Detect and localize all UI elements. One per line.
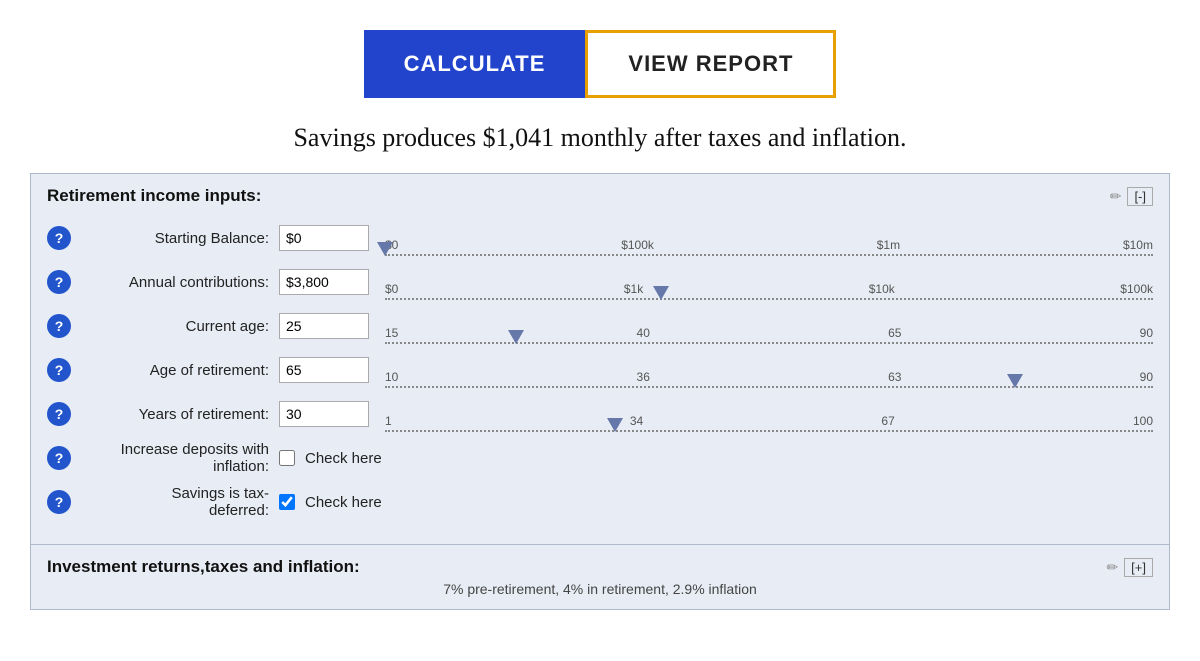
annual-contributions-label: Annual contributions: xyxy=(79,274,279,291)
tax-deferred-check-text: Check here xyxy=(305,494,382,511)
investment-section: Investment returns,taxes and inflation: … xyxy=(31,545,1169,609)
current-age-thumb xyxy=(508,330,524,344)
starting-balance-slider-labels: $0 $100k $1m $10m xyxy=(385,238,1153,252)
years-retirement-slider-labels: 1 34 67 100 xyxy=(385,414,1153,428)
retirement-age-slider-labels: 10 36 63 90 xyxy=(385,370,1153,384)
annual-contributions-slider-track[interactable]: $0 $1k $10k $100k xyxy=(385,282,1153,300)
retirement-section-controls: ✏ [-] xyxy=(1110,187,1153,206)
investment-section-header: Investment returns,taxes and inflation: … xyxy=(47,557,1153,577)
current-age-label: Current age: xyxy=(79,318,279,335)
current-age-row: ? Current age: 15 40 65 90 xyxy=(47,308,1153,344)
inputs-grid: ? Starting Balance: $0 $100k $1m $10m xyxy=(31,216,1169,544)
starting-balance-label: Starting Balance: xyxy=(79,230,279,247)
retirement-age-slider-track[interactable]: 10 36 63 90 xyxy=(385,370,1153,388)
years-retirement-slider-line xyxy=(385,430,1153,432)
annual-contributions-slider-container: $0 $1k $10k $100k xyxy=(385,264,1153,300)
retirement-age-slider-container: 10 36 63 90 xyxy=(385,352,1153,388)
retirement-age-input[interactable] xyxy=(279,357,369,383)
calculate-button[interactable]: CALCULATE xyxy=(364,30,586,98)
increase-deposits-check-text: Check here xyxy=(305,450,382,467)
retirement-age-thumb xyxy=(1007,374,1023,388)
years-retirement-thumb xyxy=(607,418,623,432)
investment-section-controls: ✏ [+] xyxy=(1106,558,1153,577)
increase-deposits-label: Increase deposits withinflation: xyxy=(79,441,279,475)
years-retirement-input[interactable] xyxy=(279,401,369,427)
annual-contributions-input[interactable] xyxy=(279,269,369,295)
starting-balance-row: ? Starting Balance: $0 $100k $1m $10m xyxy=(47,220,1153,256)
investment-section-subtitle: 7% pre-retirement, 4% in retirement, 2.9… xyxy=(47,581,1153,597)
years-retirement-slider-container: 1 34 67 100 xyxy=(385,396,1153,432)
current-age-slider-track[interactable]: 15 40 65 90 xyxy=(385,326,1153,344)
top-buttons-bar: CALCULATE VIEW REPORT xyxy=(0,0,1200,113)
tax-deferred-label: Savings is tax-deferred: xyxy=(79,485,279,519)
current-age-slider-line xyxy=(385,342,1153,344)
starting-balance-help-icon[interactable]: ? xyxy=(47,226,71,250)
retirement-section-header: Retirement income inputs: ✏ [-] xyxy=(31,174,1169,216)
years-retirement-row: ? Years of retirement: 1 34 67 100 xyxy=(47,396,1153,432)
annual-contributions-slider-line xyxy=(385,298,1153,300)
view-report-button[interactable]: VIEW REPORT xyxy=(585,30,836,98)
tax-deferred-row: ? Savings is tax-deferred: Check here xyxy=(47,484,1153,520)
annual-contributions-row: ? Annual contributions: $0 $1k $10k $100… xyxy=(47,264,1153,300)
retirement-age-slider-line xyxy=(385,386,1153,388)
main-panel: Retirement income inputs: ✏ [-] ? Starti… xyxy=(30,173,1170,610)
annual-contributions-help-icon[interactable]: ? xyxy=(47,270,71,294)
tax-deferred-checkbox-row: Check here xyxy=(279,494,382,511)
current-age-slider-container: 15 40 65 90 xyxy=(385,308,1153,344)
increase-deposits-row: ? Increase deposits withinflation: Check… xyxy=(47,440,1153,476)
current-age-input[interactable] xyxy=(279,313,369,339)
starting-balance-slider-line xyxy=(385,254,1153,256)
increase-deposits-help-icon[interactable]: ? xyxy=(47,446,71,470)
retirement-edit-icon[interactable]: ✏ xyxy=(1110,188,1122,205)
tax-deferred-help-icon[interactable]: ? xyxy=(47,490,71,514)
retirement-collapse-button[interactable]: [-] xyxy=(1127,187,1153,206)
retirement-age-label: Age of retirement: xyxy=(79,362,279,379)
starting-balance-thumb xyxy=(377,242,393,256)
years-retirement-slider-track[interactable]: 1 34 67 100 xyxy=(385,414,1153,432)
current-age-slider-labels: 15 40 65 90 xyxy=(385,326,1153,340)
current-age-help-icon[interactable]: ? xyxy=(47,314,71,338)
retirement-age-help-icon[interactable]: ? xyxy=(47,358,71,382)
starting-balance-slider-track[interactable]: $0 $100k $1m $10m xyxy=(385,238,1153,256)
annual-contributions-thumb xyxy=(653,286,669,300)
annual-contributions-slider-labels: $0 $1k $10k $100k xyxy=(385,282,1153,296)
starting-balance-input[interactable] xyxy=(279,225,369,251)
years-retirement-help-icon[interactable]: ? xyxy=(47,402,71,426)
investment-expand-button[interactable]: [+] xyxy=(1124,558,1153,577)
years-retirement-label: Years of retirement: xyxy=(79,406,279,423)
retirement-age-row: ? Age of retirement: 10 36 63 90 xyxy=(47,352,1153,388)
investment-edit-icon[interactable]: ✏ xyxy=(1106,559,1118,576)
tax-deferred-checkbox[interactable] xyxy=(279,494,295,510)
investment-section-title: Investment returns,taxes and inflation: xyxy=(47,557,360,577)
increase-deposits-checkbox[interactable] xyxy=(279,450,295,466)
starting-balance-slider-container: $0 $100k $1m $10m xyxy=(385,220,1153,256)
retirement-section-title: Retirement income inputs: xyxy=(47,186,261,206)
increase-deposits-checkbox-row: Check here xyxy=(279,450,382,467)
summary-text: Savings produces $1,041 monthly after ta… xyxy=(0,113,1200,173)
